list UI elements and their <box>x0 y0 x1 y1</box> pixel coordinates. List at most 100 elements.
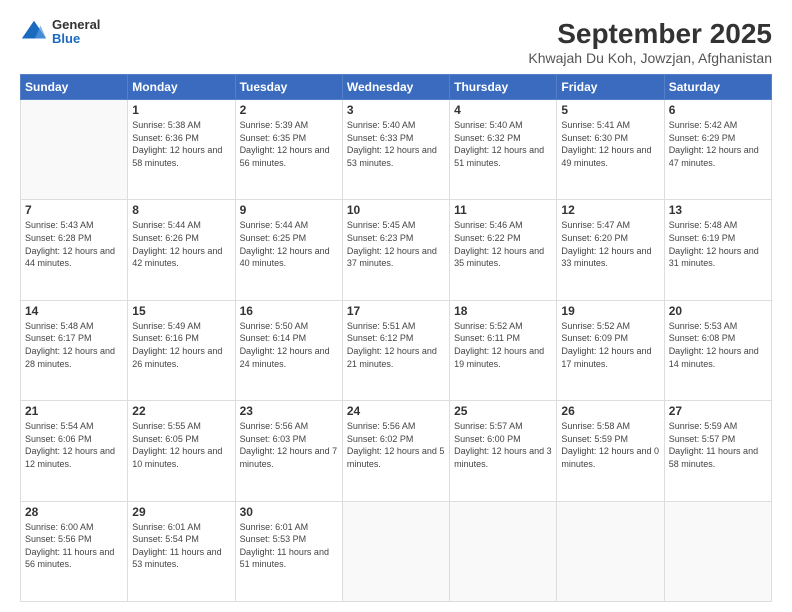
day-number: 21 <box>25 404 123 418</box>
calendar-cell <box>664 501 771 601</box>
day-info: Sunrise: 5:45 AM Sunset: 6:23 PM Dayligh… <box>347 219 445 269</box>
calendar-cell: 15 Sunrise: 5:49 AM Sunset: 6:16 PM Dayli… <box>128 300 235 400</box>
day-info: Sunrise: 6:01 AM Sunset: 5:54 PM Dayligh… <box>132 521 230 571</box>
day-info: Sunrise: 5:56 AM Sunset: 6:02 PM Dayligh… <box>347 420 445 470</box>
day-number: 5 <box>561 103 659 117</box>
day-number: 23 <box>240 404 338 418</box>
calendar-cell: 24 Sunrise: 5:56 AM Sunset: 6:02 PM Dayli… <box>342 401 449 501</box>
calendar-cell: 18 Sunrise: 5:52 AM Sunset: 6:11 PM Dayli… <box>450 300 557 400</box>
calendar-cell: 19 Sunrise: 5:52 AM Sunset: 6:09 PM Dayli… <box>557 300 664 400</box>
day-number: 28 <box>25 505 123 519</box>
day-info: Sunrise: 5:56 AM Sunset: 6:03 PM Dayligh… <box>240 420 338 470</box>
logo-blue-text: Blue <box>52 32 100 46</box>
day-number: 19 <box>561 304 659 318</box>
day-number: 18 <box>454 304 552 318</box>
calendar-cell: 21 Sunrise: 5:54 AM Sunset: 6:06 PM Dayli… <box>21 401 128 501</box>
calendar-cell: 7 Sunrise: 5:43 AM Sunset: 6:28 PM Daylig… <box>21 200 128 300</box>
calendar-cell <box>450 501 557 601</box>
day-info: Sunrise: 5:43 AM Sunset: 6:28 PM Dayligh… <box>25 219 123 269</box>
calendar-cell: 20 Sunrise: 5:53 AM Sunset: 6:08 PM Dayli… <box>664 300 771 400</box>
day-number: 27 <box>669 404 767 418</box>
logo-text: General Blue <box>52 18 100 47</box>
day-number: 7 <box>25 203 123 217</box>
day-info: Sunrise: 6:00 AM Sunset: 5:56 PM Dayligh… <box>25 521 123 571</box>
logo: General Blue <box>20 18 100 47</box>
calendar-week-row-3: 14Sunrise: 5:48 AM Sunset: 6:17 PM Dayli… <box>21 300 772 400</box>
day-number: 22 <box>132 404 230 418</box>
weekday-header-sunday: Sunday <box>21 75 128 100</box>
calendar-cell: 9Sunrise: 5:44 AM Sunset: 6:25 PM Daylig… <box>235 200 342 300</box>
day-info: Sunrise: 5:40 AM Sunset: 6:33 PM Dayligh… <box>347 119 445 169</box>
calendar-cell <box>342 501 449 601</box>
calendar-cell: 3 Sunrise: 5:40 AM Sunset: 6:33 PM Daylig… <box>342 100 449 200</box>
day-number: 12 <box>561 203 659 217</box>
weekday-header-row: SundayMondayTuesdayWednesdayThursdayFrid… <box>21 75 772 100</box>
day-number: 24 <box>347 404 445 418</box>
day-number: 11 <box>454 203 552 217</box>
calendar-subtitle: Khwajah Du Koh, Jowzjan, Afghanistan <box>528 50 772 66</box>
day-info: Sunrise: 5:38 AM Sunset: 6:36 PM Dayligh… <box>132 119 230 169</box>
day-info: Sunrise: 5:57 AM Sunset: 6:00 PM Dayligh… <box>454 420 552 470</box>
day-info: Sunrise: 5:39 AM Sunset: 6:35 PM Dayligh… <box>240 119 338 169</box>
calendar-cell: 14Sunrise: 5:48 AM Sunset: 6:17 PM Dayli… <box>21 300 128 400</box>
day-number: 25 <box>454 404 552 418</box>
day-number: 30 <box>240 505 338 519</box>
logo-general-text: General <box>52 18 100 32</box>
calendar-cell: 8 Sunrise: 5:44 AM Sunset: 6:26 PM Daylig… <box>128 200 235 300</box>
weekday-header-friday: Friday <box>557 75 664 100</box>
calendar-week-row-5: 28 Sunrise: 6:00 AM Sunset: 5:56 PM Dayli… <box>21 501 772 601</box>
calendar-cell: 5 Sunrise: 5:41 AM Sunset: 6:30 PM Daylig… <box>557 100 664 200</box>
calendar-week-row-2: 7 Sunrise: 5:43 AM Sunset: 6:28 PM Daylig… <box>21 200 772 300</box>
day-info: Sunrise: 5:53 AM Sunset: 6:08 PM Dayligh… <box>669 320 767 370</box>
day-info: Sunrise: 5:52 AM Sunset: 6:11 PM Dayligh… <box>454 320 552 370</box>
day-number: 1 <box>132 103 230 117</box>
calendar-cell: 28 Sunrise: 6:00 AM Sunset: 5:56 PM Dayli… <box>21 501 128 601</box>
day-number: 8 <box>132 203 230 217</box>
calendar-cell <box>557 501 664 601</box>
day-info: Sunrise: 5:44 AM Sunset: 6:26 PM Dayligh… <box>132 219 230 269</box>
day-info: Sunrise: 5:47 AM Sunset: 6:20 PM Dayligh… <box>561 219 659 269</box>
day-info: Sunrise: 5:54 AM Sunset: 6:06 PM Dayligh… <box>25 420 123 470</box>
calendar-cell: 22 Sunrise: 5:55 AM Sunset: 6:05 PM Dayli… <box>128 401 235 501</box>
day-info: Sunrise: 5:51 AM Sunset: 6:12 PM Dayligh… <box>347 320 445 370</box>
day-number: 16 <box>240 304 338 318</box>
day-number: 10 <box>347 203 445 217</box>
day-info: Sunrise: 5:41 AM Sunset: 6:30 PM Dayligh… <box>561 119 659 169</box>
day-info: Sunrise: 5:46 AM Sunset: 6:22 PM Dayligh… <box>454 219 552 269</box>
day-number: 3 <box>347 103 445 117</box>
day-number: 26 <box>561 404 659 418</box>
day-info: Sunrise: 5:48 AM Sunset: 6:19 PM Dayligh… <box>669 219 767 269</box>
calendar-title: September 2025 <box>528 18 772 50</box>
calendar-table: SundayMondayTuesdayWednesdayThursdayFrid… <box>20 74 772 602</box>
day-number: 9 <box>240 203 338 217</box>
day-number: 15 <box>132 304 230 318</box>
calendar-cell: 11 Sunrise: 5:46 AM Sunset: 6:22 PM Dayli… <box>450 200 557 300</box>
calendar-cell: 29 Sunrise: 6:01 AM Sunset: 5:54 PM Dayli… <box>128 501 235 601</box>
day-info: Sunrise: 5:42 AM Sunset: 6:29 PM Dayligh… <box>669 119 767 169</box>
day-number: 20 <box>669 304 767 318</box>
day-info: Sunrise: 5:49 AM Sunset: 6:16 PM Dayligh… <box>132 320 230 370</box>
day-info: Sunrise: 6:01 AM Sunset: 5:53 PM Dayligh… <box>240 521 338 571</box>
calendar-cell: 16 Sunrise: 5:50 AM Sunset: 6:14 PM Dayli… <box>235 300 342 400</box>
calendar-week-row-1: 1 Sunrise: 5:38 AM Sunset: 6:36 PM Daylig… <box>21 100 772 200</box>
day-info: Sunrise: 5:58 AM Sunset: 5:59 PM Dayligh… <box>561 420 659 470</box>
day-info: Sunrise: 5:40 AM Sunset: 6:32 PM Dayligh… <box>454 119 552 169</box>
calendar-cell <box>21 100 128 200</box>
calendar-cell: 23 Sunrise: 5:56 AM Sunset: 6:03 PM Dayli… <box>235 401 342 501</box>
title-block: September 2025 Khwajah Du Koh, Jowzjan, … <box>528 18 772 66</box>
calendar-cell: 10 Sunrise: 5:45 AM Sunset: 6:23 PM Dayli… <box>342 200 449 300</box>
day-info: Sunrise: 5:52 AM Sunset: 6:09 PM Dayligh… <box>561 320 659 370</box>
day-info: Sunrise: 5:50 AM Sunset: 6:14 PM Dayligh… <box>240 320 338 370</box>
day-number: 17 <box>347 304 445 318</box>
day-info: Sunrise: 5:55 AM Sunset: 6:05 PM Dayligh… <box>132 420 230 470</box>
weekday-header-saturday: Saturday <box>664 75 771 100</box>
logo-icon <box>20 18 48 46</box>
day-number: 29 <box>132 505 230 519</box>
weekday-header-thursday: Thursday <box>450 75 557 100</box>
day-number: 2 <box>240 103 338 117</box>
calendar-cell: 26 Sunrise: 5:58 AM Sunset: 5:59 PM Dayli… <box>557 401 664 501</box>
day-number: 13 <box>669 203 767 217</box>
day-info: Sunrise: 5:48 AM Sunset: 6:17 PM Dayligh… <box>25 320 123 370</box>
calendar-cell: 13 Sunrise: 5:48 AM Sunset: 6:19 PM Dayli… <box>664 200 771 300</box>
weekday-header-tuesday: Tuesday <box>235 75 342 100</box>
